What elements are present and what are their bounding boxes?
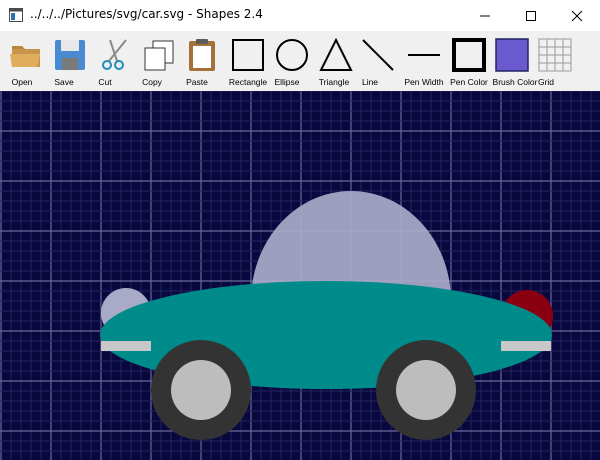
- cut-label: Cut: [98, 77, 112, 87]
- copy-button[interactable]: Copy: [137, 31, 177, 91]
- canvas-svg: [0, 91, 600, 460]
- close-icon: [571, 10, 583, 22]
- clipboard-icon: [189, 39, 215, 71]
- folder-open-icon: [10, 46, 40, 67]
- copy-label: Copy: [142, 77, 162, 87]
- paste-button[interactable]: Paste: [180, 31, 220, 91]
- ellipse-button[interactable]: Ellipse: [270, 31, 310, 91]
- minimize-icon: [480, 15, 490, 17]
- open-button[interactable]: Open: [4, 31, 40, 91]
- line-label: Line: [361, 77, 379, 87]
- title-bar: ../../../Pictures/svg/car.svg - Shapes 2…: [0, 0, 600, 31]
- window-title: ../../../Pictures/svg/car.svg - Shapes 2…: [30, 7, 263, 21]
- ellipse-icon: [276, 39, 308, 71]
- pen-color-label: Pen Color: [450, 77, 488, 87]
- brush-color-button[interactable]: Brush Color: [492, 31, 538, 91]
- triangle-label: Triangle: [318, 77, 350, 87]
- grid-label: Grid: [537, 77, 555, 87]
- cut-button[interactable]: Cut: [92, 31, 128, 91]
- toolbar: Open Save Cut Copy Paste Rectangle Ellip…: [0, 31, 600, 91]
- triangle-button[interactable]: Triangle: [314, 31, 354, 91]
- scissors-icon: [102, 39, 127, 70]
- line-icon: [362, 39, 394, 71]
- open-label: Open: [11, 77, 33, 87]
- ellipse-label: Ellipse: [274, 77, 300, 87]
- maximize-button[interactable]: [508, 0, 554, 31]
- rectangle-label: Rectangle: [228, 77, 268, 87]
- paste-label: Paste: [186, 77, 208, 87]
- triangle-icon: [319, 37, 353, 71]
- save-button[interactable]: Save: [48, 31, 85, 91]
- floppy-disk-icon: [55, 40, 85, 70]
- rectangle-button[interactable]: Rectangle: [226, 31, 270, 91]
- brush-color-icon: [495, 38, 529, 72]
- save-label: Save: [54, 77, 74, 87]
- line-button[interactable]: Line: [356, 31, 396, 91]
- grid-button[interactable]: Grid: [535, 31, 575, 91]
- close-button[interactable]: [554, 0, 600, 31]
- maximize-icon: [526, 11, 536, 21]
- car-front-bumper-shape[interactable]: [101, 341, 151, 351]
- car-rear-hubcap-shape[interactable]: [396, 360, 456, 420]
- minimize-button[interactable]: [462, 0, 508, 31]
- car-rear-bumper-shape[interactable]: [501, 341, 551, 351]
- pen-color-icon: [452, 38, 486, 72]
- pen-width-label: Pen Width: [404, 77, 444, 87]
- rectangle-icon: [232, 39, 264, 71]
- pen-width-button[interactable]: Pen Width: [404, 31, 448, 91]
- car-front-hubcap-shape[interactable]: [171, 360, 231, 420]
- copy-icon: [144, 40, 174, 71]
- drawing-canvas[interactable]: [0, 91, 600, 460]
- pen-width-icon: [408, 54, 440, 56]
- pen-color-button[interactable]: Pen Color: [449, 31, 489, 91]
- brush-color-label: Brush Color: [492, 77, 538, 87]
- grid-icon: [538, 38, 572, 72]
- app-icon: [9, 8, 23, 22]
